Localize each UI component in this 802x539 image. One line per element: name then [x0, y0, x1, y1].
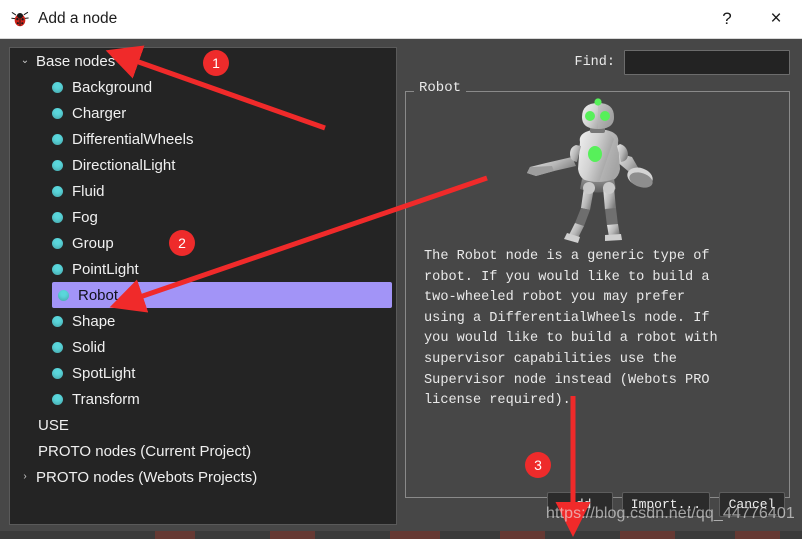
- tree-item-label: Robot: [78, 286, 119, 304]
- tree-item-group[interactable]: Group: [10, 230, 396, 256]
- robot-preview-image: [406, 98, 789, 243]
- node-bullet-icon: [52, 237, 63, 249]
- tree-item-pointlight[interactable]: PointLight: [10, 256, 396, 282]
- window-title: Add a node: [38, 10, 118, 27]
- title-bar-left: Add a node: [11, 0, 117, 38]
- cancel-button[interactable]: Cancel: [719, 492, 785, 517]
- tree-item-proto-current-project[interactable]: PROTO nodes (Current Project): [10, 438, 396, 464]
- tree-item-spotlight[interactable]: SpotLight: [10, 360, 396, 386]
- node-bullet-icon: [52, 315, 63, 327]
- tree-item-label: DirectionalLight: [72, 156, 176, 174]
- tree-item-solid[interactable]: Solid: [10, 334, 396, 360]
- title-bar-buttons: ? ×: [704, 0, 802, 38]
- tree-item-base-nodes[interactable]: ⌄ Base nodes: [10, 48, 396, 74]
- tree-item-fluid[interactable]: Fluid: [10, 178, 396, 204]
- title-bar: Add a node ? ×: [0, 0, 802, 39]
- node-bullet-icon: [52, 393, 63, 405]
- tree-item-label: Base nodes: [36, 52, 116, 70]
- tree-item-label: Shape: [72, 312, 116, 330]
- desktop-strip: [0, 531, 802, 539]
- tree-item-label: Background: [72, 78, 153, 96]
- add-node-dialog: Add a node ? × ⌄ Base nodes Background C…: [0, 0, 802, 539]
- tree-item-charger[interactable]: Charger: [10, 100, 396, 126]
- ladybug-icon: [11, 11, 29, 27]
- chevron-right-icon[interactable]: ›: [16, 472, 34, 482]
- node-bullet-icon: [52, 341, 63, 353]
- tree-item-label: Transform: [72, 390, 140, 408]
- groupbox-title: Robot: [414, 81, 467, 95]
- tree-item-label: Group: [72, 234, 114, 252]
- tree-item-label: PointLight: [72, 260, 139, 278]
- node-bullet-icon: [58, 289, 69, 301]
- help-button[interactable]: ?: [704, 0, 750, 38]
- preview-panel: Find: Robot The Robot node is a generic …: [404, 47, 793, 525]
- chevron-down-icon[interactable]: ⌄: [16, 56, 34, 66]
- find-row: Find:: [574, 50, 790, 75]
- tree-item-label: PROTO nodes (Current Project): [38, 442, 252, 460]
- tree-item-shape[interactable]: Shape: [10, 308, 396, 334]
- find-label: Find:: [574, 55, 615, 70]
- add-button[interactable]: Add: [546, 492, 613, 517]
- tree-item-background[interactable]: Background: [10, 74, 396, 100]
- tree-item-label: PROTO nodes (Webots Projects): [36, 468, 258, 486]
- tree-item-label: SpotLight: [72, 364, 136, 382]
- tree-item-transform[interactable]: Transform: [10, 386, 396, 412]
- node-bullet-icon: [52, 367, 63, 379]
- tree-item-label: DifferentialWheels: [72, 130, 194, 148]
- node-bullet-icon: [52, 159, 63, 171]
- node-bullet-icon: [52, 133, 63, 145]
- search-input[interactable]: [624, 50, 790, 75]
- tree-item-robot[interactable]: Robot: [52, 282, 392, 308]
- dialog-body: ⌄ Base nodes Background Charger Differen…: [0, 39, 802, 525]
- tree-item-label: Charger: [72, 104, 127, 122]
- node-bullet-icon: [52, 211, 63, 223]
- node-bullet-icon: [52, 263, 63, 275]
- tree-item-label: Fog: [72, 208, 98, 226]
- node-info-groupbox: Robot The Robot node is a generic type o…: [405, 81, 790, 498]
- node-bullet-icon: [52, 81, 63, 93]
- node-bullet-icon: [52, 107, 63, 119]
- tree-item-label: Fluid: [72, 182, 105, 200]
- tree-item-use[interactable]: USE: [10, 412, 396, 438]
- tree-item-directionallight[interactable]: DirectionalLight: [10, 152, 396, 178]
- tree-item-label: Solid: [72, 338, 106, 356]
- import-button[interactable]: Import...: [621, 492, 710, 517]
- node-bullet-icon: [52, 185, 63, 197]
- close-button[interactable]: ×: [750, 0, 802, 38]
- tree-item-proto-webots-projects[interactable]: › PROTO nodes (Webots Projects): [10, 464, 396, 490]
- tree-item-differentialwheels[interactable]: DifferentialWheels: [10, 126, 396, 152]
- node-tree[interactable]: ⌄ Base nodes Background Charger Differen…: [9, 47, 397, 525]
- robot-3d-render-icon: [526, 98, 653, 243]
- dialog-button-row: Add Import... Cancel: [546, 492, 785, 517]
- node-description: The Robot node is a generic type of robo…: [424, 249, 718, 409]
- tree-item-fog[interactable]: Fog: [10, 204, 396, 230]
- tree-item-label: USE: [38, 416, 69, 434]
